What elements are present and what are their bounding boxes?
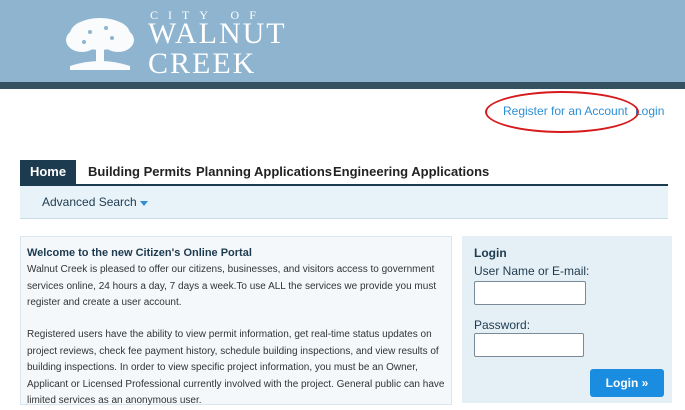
header-divider <box>0 82 685 89</box>
advanced-search-link[interactable]: Advanced Search <box>42 195 137 209</box>
welcome-paragraph-2: Registered users have the ability to vie… <box>27 329 445 406</box>
annotation-circle <box>485 91 639 133</box>
caret-down-icon[interactable] <box>140 201 148 206</box>
username-label: User Name or E-mail: <box>474 264 590 278</box>
city-logo[interactable]: CITY OF WALNUT CREEK <box>60 4 290 82</box>
login-panel: Login User Name or E-mail: Password: Log… <box>462 236 672 403</box>
welcome-title: Welcome to the new Citizen's Online Port… <box>27 247 252 259</box>
tab-engineering-applications[interactable]: Engineering Applications <box>333 160 489 184</box>
city-name-line1: WALNUT <box>148 17 287 50</box>
tab-building-permits[interactable]: Building Permits <box>88 160 191 184</box>
login-link[interactable]: Login <box>635 104 664 118</box>
tree-icon <box>66 18 134 70</box>
login-button[interactable]: Login » <box>590 369 664 397</box>
tab-planning-applications[interactable]: Planning Applications <box>196 160 332 184</box>
password-input[interactable] <box>474 333 584 357</box>
welcome-panel: Welcome to the new Citizen's Online Port… <box>20 236 452 406</box>
password-label: Password: <box>474 318 531 332</box>
username-input[interactable] <box>474 281 586 305</box>
login-title: Login <box>474 246 507 260</box>
advanced-search-bar: Advanced Search <box>20 186 668 219</box>
tab-home[interactable]: Home <box>20 160 76 184</box>
city-name-line2: CREEK <box>148 47 257 80</box>
welcome-paragraph-1: Walnut Creek is pleased to offer our cit… <box>27 264 437 308</box>
